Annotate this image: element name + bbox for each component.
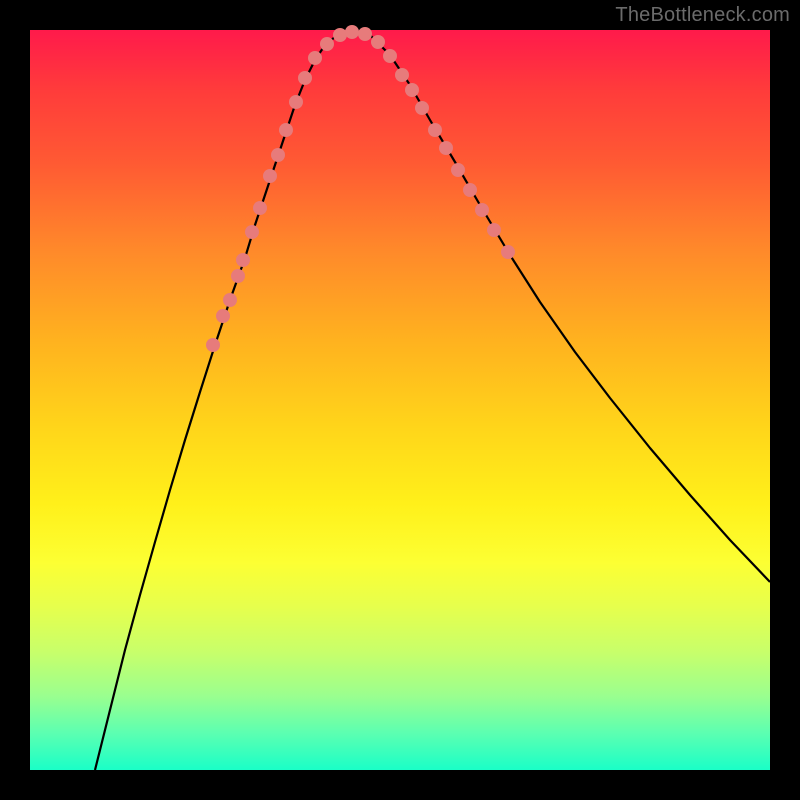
data-marker xyxy=(223,293,237,307)
data-marker xyxy=(371,35,385,49)
data-marker xyxy=(451,163,465,177)
data-marker xyxy=(279,123,293,137)
bottleneck-curve xyxy=(95,30,770,770)
data-marker xyxy=(206,338,220,352)
watermark-text: TheBottleneck.com xyxy=(615,4,790,27)
data-marker xyxy=(320,37,334,51)
curve-layer xyxy=(95,30,770,770)
chart-frame: TheBottleneck.com xyxy=(0,0,800,800)
data-marker xyxy=(263,169,277,183)
data-marker xyxy=(415,101,429,115)
data-marker xyxy=(231,269,245,283)
data-marker xyxy=(236,253,250,267)
data-marker xyxy=(395,68,409,82)
data-marker xyxy=(333,28,347,42)
data-marker xyxy=(216,309,230,323)
data-marker xyxy=(405,83,419,97)
chart-svg xyxy=(30,30,770,770)
data-marker xyxy=(253,201,267,215)
data-marker xyxy=(383,49,397,63)
data-marker xyxy=(358,27,372,41)
data-marker xyxy=(289,95,303,109)
data-marker xyxy=(487,223,501,237)
data-marker xyxy=(345,25,359,39)
data-marker xyxy=(298,71,312,85)
data-marker xyxy=(501,245,515,259)
data-marker xyxy=(428,123,442,137)
data-marker xyxy=(245,225,259,239)
data-marker xyxy=(308,51,322,65)
data-marker xyxy=(439,141,453,155)
data-marker xyxy=(463,183,477,197)
data-marker xyxy=(475,203,489,217)
data-marker xyxy=(271,148,285,162)
plot-area xyxy=(30,30,770,770)
marker-layer xyxy=(206,25,515,352)
